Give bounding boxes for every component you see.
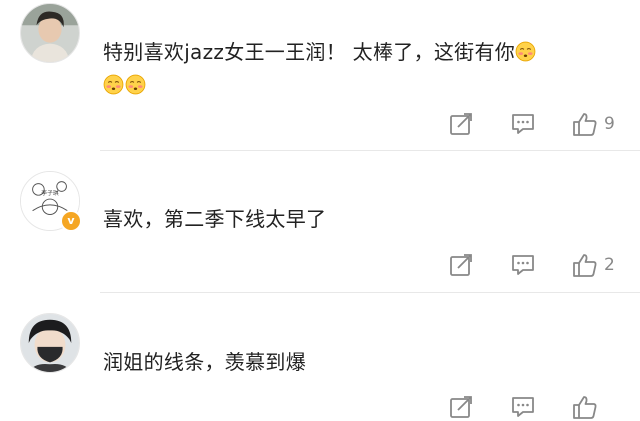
comment-actions: 2	[446, 251, 636, 279]
avatar-photo	[21, 4, 79, 62]
share-icon	[450, 113, 472, 135]
thumbs-up-icon	[573, 254, 597, 277]
like-count: 2	[604, 255, 615, 275]
thumbs-up-icon	[573, 113, 597, 136]
avatar-caption: 李子琪	[41, 189, 59, 197]
share-button[interactable]	[448, 110, 474, 138]
comment-body: 润姐的线条，羡慕到爆	[103, 350, 306, 374]
like-count: 9	[604, 114, 615, 134]
thumbs-up-icon	[573, 396, 597, 419]
comment-item: 李子琪 v 喜欢，第二季下线太早了 2	[0, 151, 640, 293]
verified-badge: v	[60, 210, 82, 232]
comment-actions	[446, 393, 636, 421]
comment-item: 特别喜欢jazz女王一王润！ 太棒了，这街有你 9	[0, 0, 640, 151]
comment-item: 润姐的线条，羡慕到爆	[0, 293, 640, 419]
avatar-photo	[21, 314, 79, 372]
shy-blush-emoji-icon	[515, 39, 536, 62]
avatar[interactable]	[20, 3, 80, 63]
comment-icon	[512, 114, 534, 134]
share-button[interactable]	[448, 251, 474, 279]
share-icon	[450, 396, 472, 418]
comment-button[interactable]	[510, 393, 536, 421]
comment-icon	[512, 255, 534, 275]
comment-button[interactable]	[510, 110, 536, 138]
shy-blush-emoji-icon	[103, 72, 124, 95]
share-button[interactable]	[448, 393, 474, 421]
comment-body: 特别喜欢jazz女王一王润！ 太棒了，这街有你	[103, 40, 516, 64]
comment-text: 特别喜欢jazz女王一王润！ 太棒了，这街有你	[103, 36, 623, 102]
comment-body: 喜欢，第二季下线太早了	[103, 207, 327, 231]
like-button[interactable]	[572, 393, 604, 421]
avatar[interactable]	[20, 313, 80, 373]
like-button[interactable]: 2	[572, 251, 615, 279]
shy-blush-emoji-icon	[125, 72, 146, 95]
comment-icon	[512, 397, 534, 417]
comment-actions: 9	[446, 110, 636, 138]
comment-text: 润姐的线条，羡慕到爆	[103, 346, 623, 379]
like-button[interactable]: 9	[572, 110, 615, 138]
comment-text: 喜欢，第二季下线太早了	[103, 203, 623, 236]
share-icon	[450, 254, 472, 276]
comment-button[interactable]	[510, 251, 536, 279]
